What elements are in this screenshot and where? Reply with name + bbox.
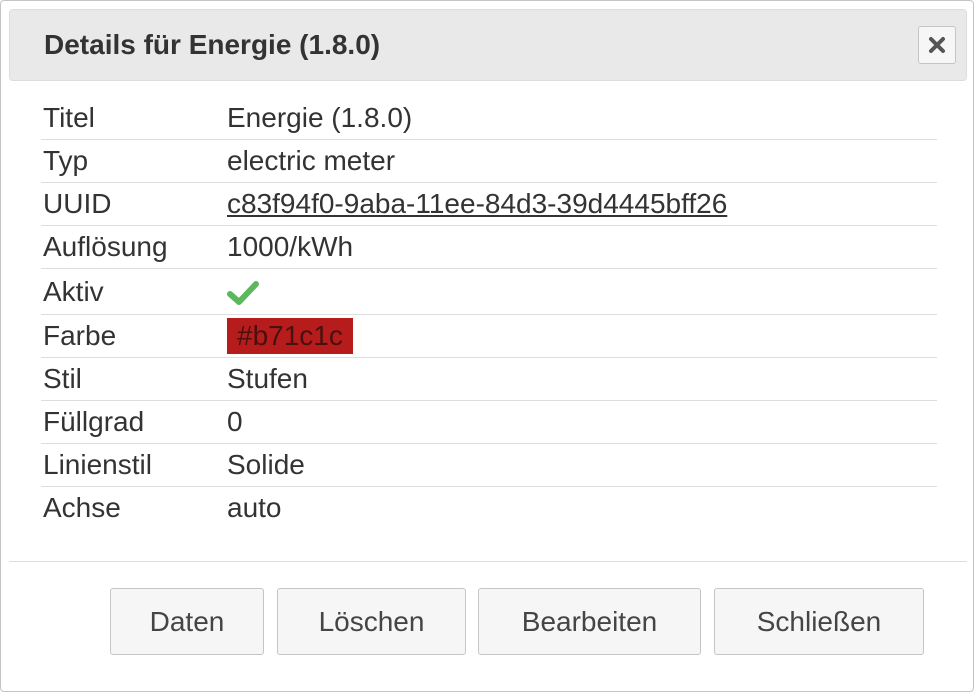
close-dialog-button[interactable]: Schließen [714,588,924,655]
detail-row-typ: Typ electric meter [41,139,937,183]
details-table: Titel Energie (1.8.0) Typ electric meter… [41,97,937,529]
detail-row-aufloesung: Auflösung 1000/kWh [41,225,937,269]
detail-value: auto [227,492,282,523]
detail-key: Auflösung [41,225,225,269]
detail-value-cell: c83f94f0-9aba-11ee-84d3-39d4445bff26 [225,182,937,226]
detail-row-uuid: UUID c83f94f0-9aba-11ee-84d3-39d4445bff2… [41,182,937,226]
color-swatch: #b71c1c [227,318,353,354]
detail-value: 1000/kWh [225,225,937,269]
button-pane-divider [9,561,967,562]
close-icon [929,37,945,53]
detail-row-farbe: Farbe #b71c1c [41,314,937,358]
uuid-link[interactable]: c83f94f0-9aba-11ee-84d3-39d4445bff26 [227,188,727,219]
detail-key: Typ [41,139,225,183]
detail-key: Füllgrad [41,400,225,444]
detail-key: Farbe [41,314,225,358]
detail-key: Aktiv [41,268,225,315]
details-dialog: Details für Energie (1.8.0) Titel Energi… [0,0,974,692]
detail-row-stil: Stil Stufen [41,357,937,401]
detail-key: UUID [41,182,225,226]
detail-value-cell [225,268,937,315]
detail-key: Linienstil [41,443,225,487]
delete-button[interactable]: Löschen [277,588,466,655]
detail-value: 0 [225,400,937,444]
detail-row-achse: Achse auto [41,487,937,530]
detail-row-aktiv: Aktiv [41,268,937,315]
checkmark-icon [227,281,259,306]
detail-key: Achse [43,492,121,523]
detail-value: Solide [225,443,937,487]
edit-button[interactable]: Bearbeiten [478,588,701,655]
detail-row-titel: Titel Energie (1.8.0) [41,97,937,140]
detail-value-cell: #b71c1c [225,314,937,358]
detail-value: electric meter [225,139,937,183]
dialog-title: Details für Energie (1.8.0) [44,29,381,60]
detail-value: Stufen [225,357,937,401]
detail-key: Stil [41,357,225,401]
data-button[interactable]: Daten [110,588,264,655]
dialog-titlebar: Details für Energie (1.8.0) [9,9,967,81]
close-button[interactable] [918,26,956,64]
detail-value: Energie (1.8.0) [225,97,937,140]
detail-key: Titel [41,97,225,140]
detail-row-linienstil: Linienstil Solide [41,443,937,487]
detail-row-fuellgrad: Füllgrad 0 [41,400,937,444]
